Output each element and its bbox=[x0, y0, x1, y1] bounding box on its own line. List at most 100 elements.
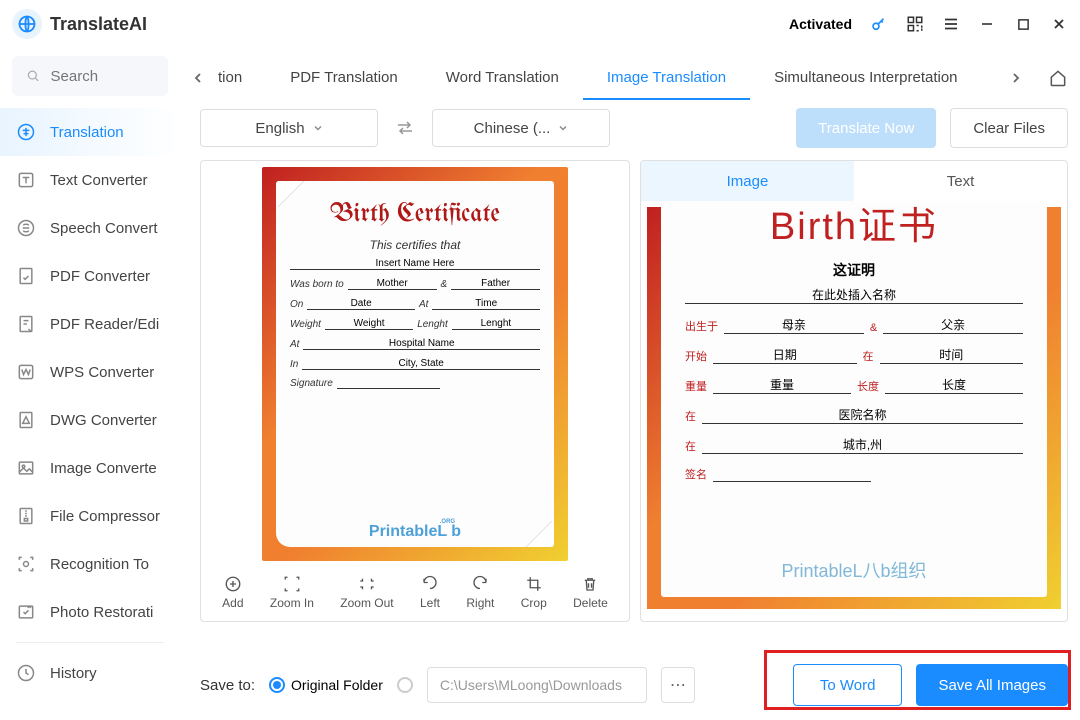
translate-now-button[interactable]: Translate Now bbox=[796, 108, 936, 148]
save-to-label: Save to: bbox=[200, 677, 255, 694]
delete-button[interactable]: Delete bbox=[573, 574, 608, 610]
sidebar-item-history[interactable]: History bbox=[0, 649, 180, 697]
pdf-reader-icon bbox=[16, 314, 36, 334]
key-icon[interactable] bbox=[870, 15, 888, 33]
sidebar-item-text-converter[interactable]: Text Converter bbox=[0, 156, 180, 204]
search-icon bbox=[26, 67, 41, 85]
source-panel: Birth Certificate This certifies that In… bbox=[200, 160, 630, 622]
tab-image-translation[interactable]: Image Translation bbox=[583, 56, 750, 100]
license-status: Activated bbox=[789, 16, 852, 32]
source-preview: Birth Certificate This certifies that In… bbox=[201, 161, 629, 563]
result-tabs: Image Text bbox=[641, 161, 1067, 201]
sidebar-label: Image Converte bbox=[50, 460, 157, 477]
home-button[interactable] bbox=[1042, 62, 1074, 94]
result-panel: Image Text Birth证书 这证明 在此处插入名称 出生于母亲&父亲 … bbox=[640, 160, 1068, 622]
sidebar-item-dwg-converter[interactable]: DWG Converter bbox=[0, 396, 180, 444]
image-toolbar: Add Zoom In Zoom Out Left Right Crop Del… bbox=[201, 563, 629, 621]
sidebar-item-speech-convert[interactable]: Speech Convert bbox=[0, 204, 180, 252]
radio-custom-path[interactable] bbox=[397, 677, 413, 693]
zoom-out-button[interactable]: Zoom Out bbox=[340, 574, 393, 610]
titlebar: TranslateAI Activated bbox=[0, 0, 1080, 48]
sidebar-item-pdf-converter[interactable]: PDF Converter bbox=[0, 252, 180, 300]
source-language-select[interactable]: English bbox=[200, 109, 378, 147]
to-word-button[interactable]: To Word bbox=[793, 664, 903, 706]
recognition-icon bbox=[16, 554, 36, 574]
browse-button[interactable]: ⋯ bbox=[661, 667, 695, 703]
maximize-button[interactable] bbox=[1014, 15, 1032, 33]
clear-files-button[interactable]: Clear Files bbox=[950, 108, 1068, 148]
zoom-in-icon bbox=[282, 574, 302, 594]
search-input[interactable] bbox=[51, 68, 154, 85]
sidebar-item-pdf-reader[interactable]: PDF Reader/Edi bbox=[0, 300, 180, 348]
tab-word-translation[interactable]: Word Translation bbox=[422, 56, 583, 100]
sidebar-label: DWG Converter bbox=[50, 412, 157, 429]
sidebar-label: Photo Restorati bbox=[50, 604, 153, 621]
zoom-out-icon bbox=[357, 574, 377, 594]
wps-icon bbox=[16, 362, 36, 382]
radio-original-folder[interactable]: Original Folder bbox=[269, 677, 383, 693]
language-row: English Chinese (... Translate Now Clear… bbox=[200, 108, 1068, 148]
sidebar-label: Recognition To bbox=[50, 556, 149, 573]
sidebar-item-photo-restore[interactable]: Photo Restorati bbox=[0, 588, 180, 636]
compressor-icon bbox=[16, 506, 36, 526]
result-tab-image[interactable]: Image bbox=[641, 161, 854, 201]
pdf-converter-icon bbox=[16, 266, 36, 286]
tab-partial[interactable]: tion bbox=[218, 56, 266, 100]
sidebar-label: Translation bbox=[50, 124, 124, 141]
sidebar: Translation Text Converter Speech Conver… bbox=[0, 102, 180, 720]
sidebar-item-translation[interactable]: Translation bbox=[0, 108, 180, 156]
image-converter-icon bbox=[16, 458, 36, 478]
sidebar-label: File Compressor bbox=[50, 508, 160, 525]
sidebar-item-image-converter[interactable]: Image Converte bbox=[0, 444, 180, 492]
sidebar-item-recognition[interactable]: Recognition To bbox=[0, 540, 180, 588]
chevron-down-icon bbox=[313, 123, 323, 133]
crop-button[interactable]: Crop bbox=[521, 574, 547, 610]
delete-icon bbox=[580, 574, 600, 594]
tab-scroll-right[interactable] bbox=[1002, 64, 1030, 92]
radio-icon bbox=[269, 677, 285, 693]
result-tab-text[interactable]: Text bbox=[854, 161, 1067, 201]
save-path-display: C:\Users\MLoong\Downloads bbox=[427, 667, 647, 703]
sidebar-label: PDF Reader/Edi bbox=[50, 316, 159, 333]
sidebar-item-wps-converter[interactable]: WPS Converter bbox=[0, 348, 180, 396]
text-converter-icon bbox=[16, 170, 36, 190]
save-row: Save to: Original Folder C:\Users\MLoong… bbox=[200, 658, 1068, 712]
tab-pdf-translation[interactable]: PDF Translation bbox=[266, 56, 422, 100]
sidebar-label: WPS Converter bbox=[50, 364, 154, 381]
qr-icon[interactable] bbox=[906, 15, 924, 33]
rotate-left-button[interactable]: Left bbox=[420, 574, 440, 610]
chevron-down-icon bbox=[558, 123, 568, 133]
zoom-in-button[interactable]: Zoom In bbox=[270, 574, 314, 610]
history-icon bbox=[16, 663, 36, 683]
menu-icon[interactable] bbox=[942, 15, 960, 33]
swap-languages-button[interactable] bbox=[392, 121, 418, 135]
dwg-icon bbox=[16, 410, 36, 430]
minimize-button[interactable] bbox=[978, 15, 996, 33]
sidebar-label: PDF Converter bbox=[50, 268, 150, 285]
result-preview: Birth证书 这证明 在此处插入名称 出生于母亲&父亲 开始日期在时间 重量重… bbox=[641, 201, 1067, 621]
sidebar-item-file-compressor[interactable]: File Compressor bbox=[0, 492, 180, 540]
logo-icon bbox=[12, 9, 42, 39]
translation-icon bbox=[16, 122, 36, 142]
add-button[interactable]: Add bbox=[222, 574, 243, 610]
cert-title: Birth Certificate bbox=[330, 201, 500, 228]
speech-icon bbox=[16, 218, 36, 238]
sidebar-label: History bbox=[50, 665, 97, 682]
rotate-left-icon bbox=[420, 574, 440, 594]
rotate-right-icon bbox=[470, 574, 490, 594]
save-all-images-button[interactable]: Save All Images bbox=[916, 664, 1068, 706]
search-box[interactable] bbox=[12, 56, 168, 96]
sidebar-label: Text Converter bbox=[50, 172, 148, 189]
close-button[interactable] bbox=[1050, 15, 1068, 33]
target-language-select[interactable]: Chinese (... bbox=[432, 109, 610, 147]
add-icon bbox=[223, 574, 243, 594]
tab-simultaneous[interactable]: Simultaneous Interpretation bbox=[750, 56, 981, 100]
tab-scroll-left[interactable] bbox=[184, 64, 212, 92]
translated-image[interactable]: Birth证书 这证明 在此处插入名称 出生于母亲&父亲 开始日期在时间 重量重… bbox=[647, 207, 1061, 609]
photo-restore-icon bbox=[16, 602, 36, 622]
rotate-right-button[interactable]: Right bbox=[466, 574, 494, 610]
app-name: TranslateAI bbox=[50, 14, 147, 35]
tabs-row: tion PDF Translation Word Translation Im… bbox=[184, 56, 1074, 100]
source-image[interactable]: Birth Certificate This certifies that In… bbox=[262, 167, 568, 561]
crop-icon bbox=[524, 574, 544, 594]
